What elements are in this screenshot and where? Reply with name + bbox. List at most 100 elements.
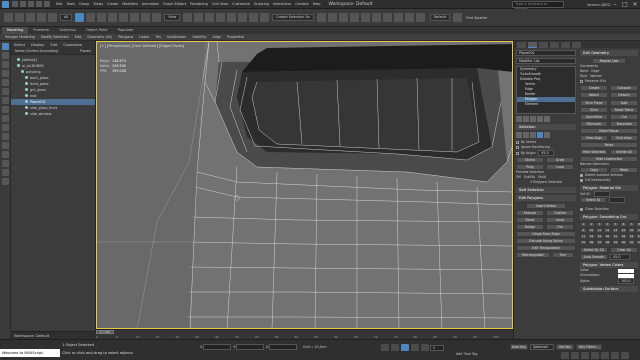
display-shapes-icon[interactable] (2, 70, 9, 77)
slice-button[interactable]: Slice (580, 107, 608, 113)
inset-button[interactable]: Inset (546, 217, 574, 223)
minimize-button[interactable]: – (610, 0, 620, 9)
select-by-sg-button[interactable]: Select By SG (580, 247, 608, 253)
loop-button[interactable]: Loop (546, 164, 574, 170)
create-tab-icon[interactable] (517, 41, 526, 48)
visibility-eye-icon[interactable] (25, 82, 28, 85)
smoothing-group-button[interactable]: 32 (636, 240, 640, 245)
display-all-icon[interactable] (2, 169, 9, 176)
explorer-header[interactable]: Name (Sorted Ascending) Frozen (11, 48, 95, 55)
schematic-view-icon[interactable] (371, 13, 381, 22)
select-by-name-icon[interactable] (86, 13, 96, 22)
display-spacewarps-icon[interactable] (2, 106, 9, 113)
search-input[interactable]: Type a keyword or phrase (512, 1, 564, 11)
by-angle-check[interactable] (516, 151, 519, 155)
explorer-sort-column[interactable]: Name (Sorted Ascending) (15, 48, 59, 55)
selection-filter-dropdown[interactable]: All (60, 14, 73, 21)
preserve-uvs-checkbox[interactable]: Preserve UVs (580, 79, 638, 84)
edge-mode-icon[interactable] (523, 132, 529, 138)
explorer-menu-select[interactable]: Select (14, 43, 25, 47)
modifier-stack-item[interactable]: Element (517, 102, 575, 107)
bind-space-warp-icon[interactable] (48, 13, 57, 22)
display-geometry-icon[interactable] (2, 61, 9, 68)
select-object-icon[interactable] (75, 13, 85, 22)
grow-button[interactable]: Grow (546, 157, 574, 163)
smoothing-group-button[interactable]: 4 (604, 222, 611, 227)
smoothing-group-button[interactable]: 9 (580, 228, 587, 233)
rotate-icon[interactable] (130, 13, 140, 22)
vertex-mode-icon[interactable] (516, 132, 522, 138)
pan-icon[interactable] (601, 352, 609, 359)
display-containers-icon[interactable] (2, 142, 9, 149)
select-manipulate-icon[interactable] (194, 13, 204, 22)
by-vertex-check[interactable] (516, 140, 519, 144)
extrude-along-spline-button[interactable]: Extrude Along Spline (516, 238, 576, 244)
visibility-eye-icon[interactable] (25, 100, 28, 103)
clear-selection-check[interactable] (580, 207, 583, 211)
workspace-selector[interactable]: Workspace: Default (11, 331, 96, 339)
ribbon-panel-visibility[interactable]: Visibility (189, 34, 209, 41)
ignore-backfacing-check[interactable] (516, 145, 519, 149)
visibility-eye-icon[interactable] (25, 112, 28, 115)
soft-selection-rollout[interactable]: Soft Selection (516, 187, 576, 193)
smoothing-group-button[interactable]: 30 (620, 240, 627, 245)
color-swatch[interactable] (618, 268, 634, 273)
rect-selection-icon[interactable] (97, 13, 107, 22)
pin-stack-icon[interactable] (516, 116, 522, 122)
smoothing-group-button[interactable]: 24 (636, 234, 640, 239)
smoothing-group-button[interactable]: 25 (580, 240, 587, 245)
edit-named-selection-icon[interactable] (260, 13, 270, 22)
edit-polygons-rollout[interactable]: Edit Polygons (516, 195, 576, 201)
angle-snap-icon[interactable] (227, 13, 237, 22)
explorer-menu-customize[interactable]: Customize (63, 43, 82, 47)
time-slider[interactable]: 0 / 100 (96, 330, 114, 334)
attach-button[interactable]: Attach (580, 92, 608, 98)
placement-icon[interactable] (152, 13, 162, 22)
undo-icon[interactable] (36, 1, 42, 7)
reference-coord-dropdown[interactable]: View (164, 14, 181, 21)
smoothing-group-button[interactable]: 2 (588, 222, 595, 227)
explorer-menu-edit[interactable]: Edit (50, 43, 57, 47)
visibility-eye-icon[interactable] (21, 70, 24, 73)
display-cameras-icon[interactable] (2, 88, 9, 95)
viewport-label[interactable]: [+] [Perspective] [User Defined] [Edged … (100, 44, 184, 48)
by-angle-field[interactable]: 45,0 (538, 150, 555, 156)
sign-in-area[interactable]: kimnm.1893 (587, 1, 610, 8)
ribbon-panel-align[interactable]: Align (210, 34, 225, 41)
delete-isolated-check[interactable] (580, 173, 583, 177)
move-icon[interactable] (119, 13, 129, 22)
hide-selected-button[interactable]: Hide Selected (580, 149, 608, 155)
reset-plane-button[interactable]: Reset Plane (610, 107, 638, 113)
smoothing-group-button[interactable]: 26 (588, 240, 595, 245)
create-button[interactable]: Create (580, 85, 608, 91)
smoothing-group-button[interactable]: 16 (636, 228, 640, 233)
explorer-frozen-column[interactable]: Frozen (80, 48, 91, 55)
menu-item-tools[interactable]: Tools (67, 2, 75, 6)
menu-item-customize[interactable]: Customize (232, 2, 250, 6)
rendered-frame-icon[interactable] (404, 13, 414, 22)
scale-icon[interactable] (141, 13, 151, 22)
ribbon-panel-polygons[interactable]: Polygons (115, 34, 136, 41)
ribbon-panel-tris[interactable]: Tris (152, 34, 164, 41)
unhide-all-button[interactable]: Unhide All (610, 149, 638, 155)
visibility-eye-icon[interactable] (25, 94, 28, 97)
zoom-all-icon[interactable] (571, 352, 579, 359)
open-file-icon[interactable] (20, 1, 26, 7)
render-setup-icon[interactable] (393, 13, 403, 22)
outline-button[interactable]: Outline (546, 210, 574, 216)
flip-button[interactable]: Flip (546, 224, 574, 230)
cut-button[interactable]: Cut (610, 114, 638, 120)
smoothing-group-button[interactable]: 29 (612, 240, 619, 245)
prev-frame-icon[interactable] (391, 344, 399, 351)
menu-item-group[interactable]: Group (79, 2, 89, 6)
redo-icon[interactable] (44, 1, 50, 7)
align-icon[interactable] (327, 13, 337, 22)
smoothing-group-button[interactable]: 23 (628, 234, 635, 239)
smoothing-group-button[interactable]: 28 (604, 240, 611, 245)
visibility-eye-icon[interactable] (17, 58, 20, 61)
smoothing-group-button[interactable]: 13 (612, 228, 619, 233)
menu-item-create[interactable]: Create (107, 2, 118, 6)
toggle-scene-explorer-icon[interactable] (338, 13, 348, 22)
edit-triangulation-button[interactable]: Edit Triangulation (516, 245, 576, 251)
bridge-button[interactable]: Bridge (516, 224, 544, 230)
